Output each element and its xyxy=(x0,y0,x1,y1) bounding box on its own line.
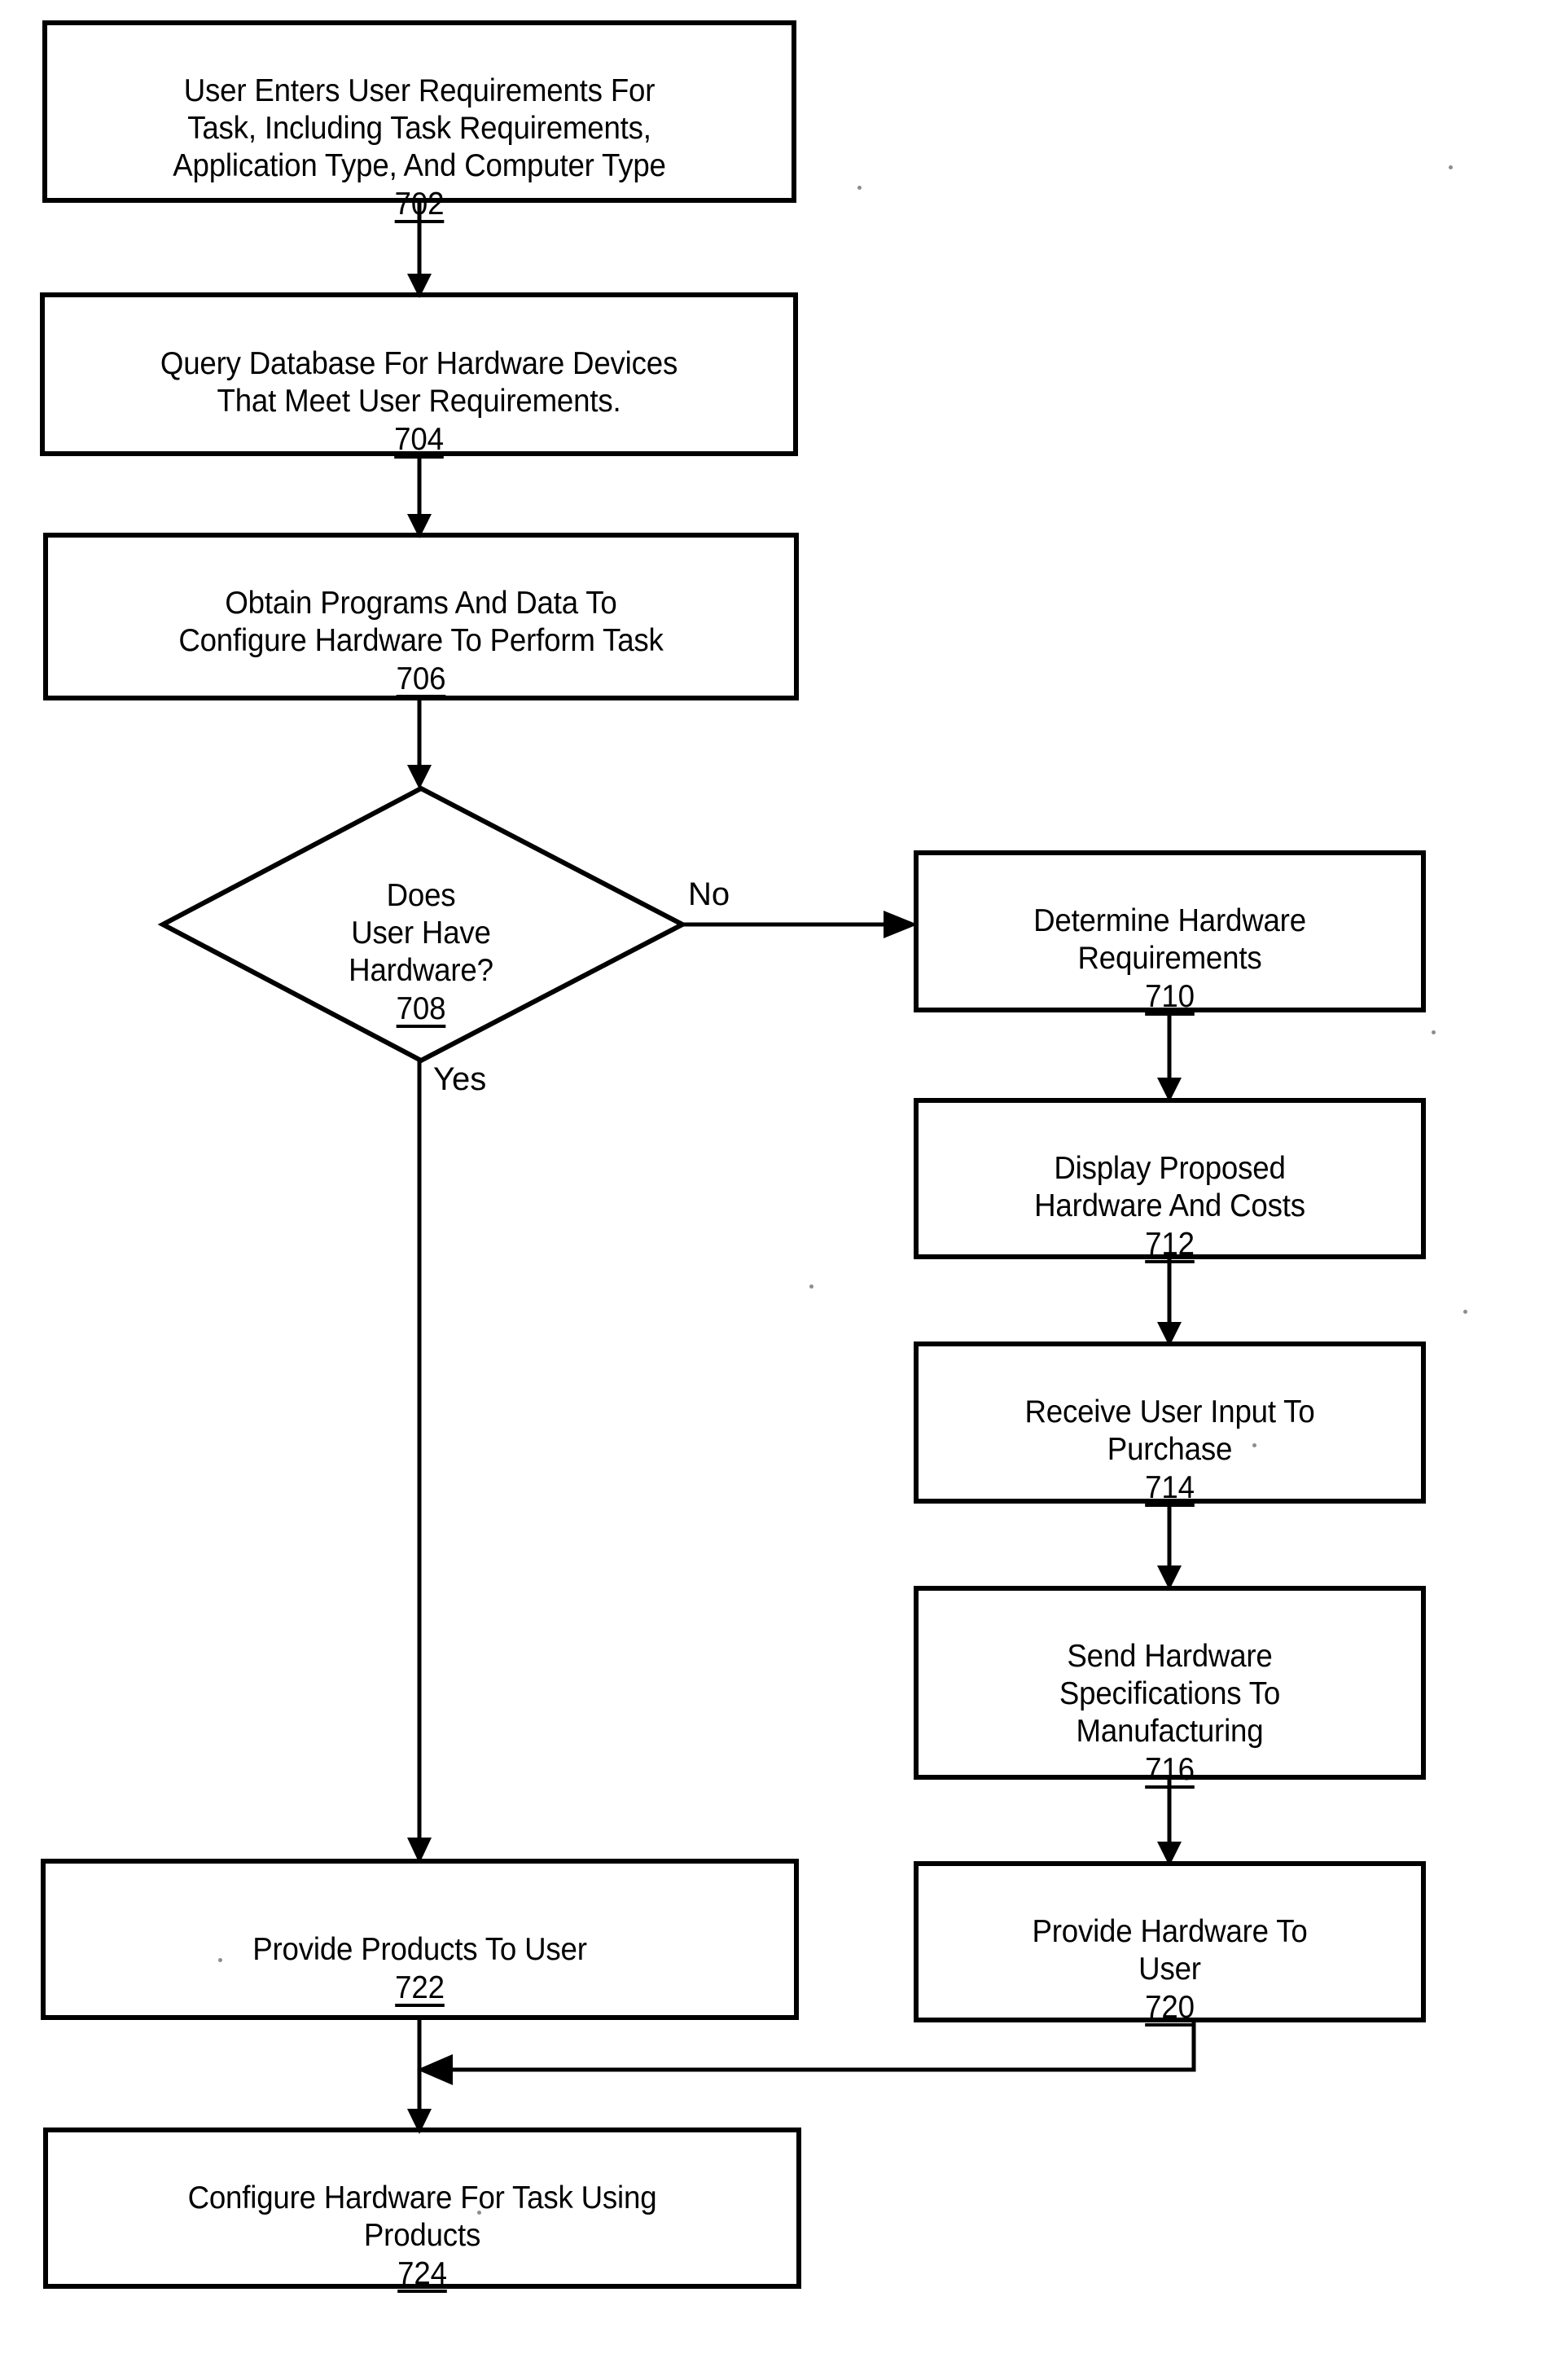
node-706: Obtain Programs And Data To Configure Ha… xyxy=(68,547,774,736)
scan-speck xyxy=(218,1958,222,1962)
edge-label-yes: Yes xyxy=(433,1061,487,1097)
scan-speck xyxy=(1252,1443,1256,1447)
node-724: Configure Hardware For Task Using Produc… xyxy=(68,2142,777,2331)
scan-speck xyxy=(1463,1310,1467,1314)
scan-speck xyxy=(1432,1030,1436,1034)
flowchart-canvas: User Enters User Requirements For Task, … xyxy=(0,0,1548,2380)
node-720-label: Provide Hardware To User xyxy=(1032,1914,1308,1987)
node-706-ref: 706 xyxy=(396,661,446,696)
node-724-ref: 724 xyxy=(397,2256,447,2291)
node-716: Send Hardware Specifications To Manufact… xyxy=(932,1601,1409,1827)
node-702: User Enters User Requirements For Task, … xyxy=(68,35,772,261)
node-712-ref: 712 xyxy=(1145,1227,1195,1262)
node-720: Provide Hardware To User 720 xyxy=(932,1876,1409,2065)
node-714-label: Receive User Input To Purchase xyxy=(1024,1394,1315,1467)
scan-speck xyxy=(809,1284,813,1289)
node-706-label: Obtain Programs And Data To Configure Ha… xyxy=(178,586,664,658)
node-722-ref: 722 xyxy=(395,1970,445,2005)
node-714: Receive User Input To Purchase 714 xyxy=(932,1356,1409,1545)
node-722-label: Provide Products To User xyxy=(252,1932,587,1967)
node-708: Does User Have Hardware? 708 xyxy=(237,840,604,1066)
node-708-ref: 708 xyxy=(396,991,446,1026)
edge-708-710-no xyxy=(682,911,918,938)
node-704: Query Database For Hardware Devices That… xyxy=(65,308,774,497)
node-704-ref: 704 xyxy=(394,422,444,457)
node-716-label: Send Hardware Specifications To Manufact… xyxy=(1059,1639,1281,1749)
node-712-label: Display Proposed Hardware And Costs xyxy=(1034,1151,1305,1223)
node-722: Provide Products To User 722 xyxy=(66,1894,774,2045)
edge-label-no: No xyxy=(688,876,730,912)
node-724-label: Configure Hardware For Task Using Produc… xyxy=(187,2180,657,2253)
scan-speck xyxy=(1449,165,1453,169)
node-714-ref: 714 xyxy=(1145,1470,1195,1505)
node-708-label: Does User Have Hardware? xyxy=(349,878,493,988)
node-720-ref: 720 xyxy=(1145,1990,1195,2025)
node-704-label: Query Database For Hardware Devices That… xyxy=(160,346,678,419)
edge-708-722-yes xyxy=(407,1060,432,1864)
node-710: Determine Hardware Requirements 710 xyxy=(932,865,1409,1054)
node-712: Display Proposed Hardware And Costs 712 xyxy=(932,1113,1409,1302)
scan-speck xyxy=(477,2211,481,2215)
node-716-ref: 716 xyxy=(1145,1752,1195,1787)
node-702-ref: 702 xyxy=(394,187,445,222)
node-702-label: User Enters User Requirements For Task, … xyxy=(173,73,666,183)
node-710-label: Determine Hardware Requirements xyxy=(1033,903,1306,976)
scan-speck xyxy=(857,186,862,190)
node-710-ref: 710 xyxy=(1145,979,1195,1014)
